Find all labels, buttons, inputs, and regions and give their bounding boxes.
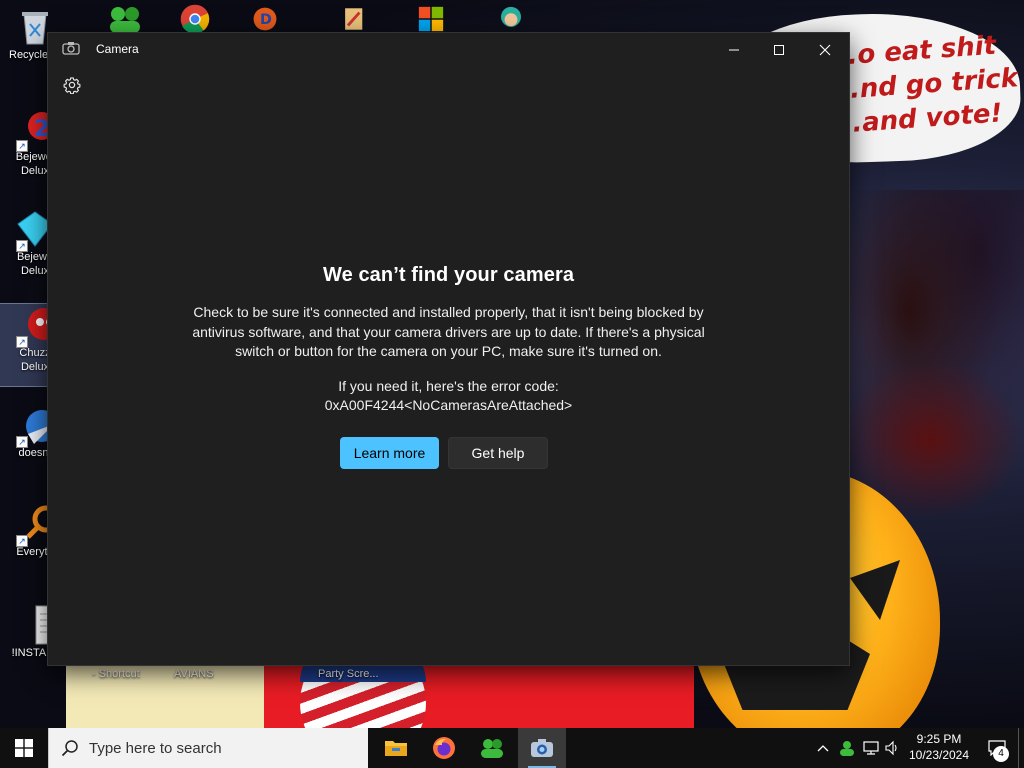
camera-app-icon: [62, 41, 80, 55]
notification-count-badge: 4: [993, 746, 1009, 762]
search-input[interactable]: [89, 739, 349, 757]
taskbar: 9:25 PM 10/23/2024 4: [0, 728, 1024, 768]
close-button[interactable]: [802, 33, 848, 66]
taskbar-file-explorer[interactable]: [372, 728, 420, 768]
firefox-icon: [433, 737, 455, 759]
tray-volume[interactable]: [882, 728, 902, 768]
show-desktop-button[interactable]: [1018, 728, 1024, 768]
speaker-icon: [885, 740, 897, 756]
show-hidden-icons-button[interactable]: [814, 728, 832, 768]
error-code-label: If you need it, here's the error code:: [338, 378, 559, 394]
tray-people-app[interactable]: [836, 728, 858, 768]
window-title: Camera: [96, 42, 139, 56]
clock-date: 10/23/2024: [908, 748, 970, 762]
desktop-label-party-screen[interactable]: Party Scre...: [318, 668, 379, 680]
folder-icon: [385, 741, 407, 756]
taskbar-clock[interactable]: 9:25 PM 10/23/2024: [902, 731, 976, 763]
shortcut-arrow-icon: ↗: [16, 140, 28, 152]
learn-more-button[interactable]: Learn more: [340, 437, 439, 469]
taskbar-people[interactable]: [468, 728, 516, 768]
network-icon: [863, 741, 879, 755]
gear-icon: [63, 77, 81, 94]
camera-window: Camera We can’t find your camera Check t…: [48, 33, 849, 665]
error-code: 0xA00F4244<NoCamerasAreAttached>: [324, 397, 573, 413]
minimize-icon: [729, 49, 739, 50]
camera-icon: [531, 739, 553, 757]
tray-network[interactable]: [860, 728, 882, 768]
desktop-label-shortcut[interactable]: - Shortcut: [92, 668, 140, 680]
shortcut-arrow-icon: ↗: [16, 336, 28, 348]
error-title: We can’t find your camera: [322, 264, 575, 286]
people-icon: [481, 739, 503, 758]
start-button[interactable]: [0, 728, 48, 768]
close-icon: [819, 44, 831, 55]
clock-time: 9:25 PM: [916, 732, 962, 746]
error-body: Check to be sure it's connected and inst…: [192, 304, 705, 359]
windows-logo-icon: [15, 739, 33, 757]
maximize-icon: [774, 44, 784, 55]
svg-text:D: D: [260, 12, 272, 28]
shortcut-arrow-icon: ↗: [16, 535, 28, 547]
wallpaper-bubble-text: ...o eat shit ...nd go trick ...and vote…: [826, 30, 1020, 141]
maximize-button[interactable]: [756, 33, 802, 66]
shortcut-arrow-icon: ↗: [16, 436, 28, 448]
minimize-button[interactable]: [711, 33, 757, 66]
chevron-up-icon: [817, 745, 829, 752]
window-titlebar[interactable]: Camera: [48, 33, 849, 66]
person-tray-icon: [840, 741, 854, 756]
taskbar-camera[interactable]: [518, 728, 566, 768]
shortcut-arrow-icon: ↗: [16, 240, 28, 252]
settings-button[interactable]: [60, 73, 84, 97]
search-icon: [61, 740, 78, 757]
desktop-label-avians[interactable]: AVIANS: [174, 668, 214, 680]
taskbar-firefox[interactable]: [420, 728, 468, 768]
taskbar-search-box[interactable]: [48, 728, 368, 768]
get-help-button[interactable]: Get help: [448, 437, 548, 469]
